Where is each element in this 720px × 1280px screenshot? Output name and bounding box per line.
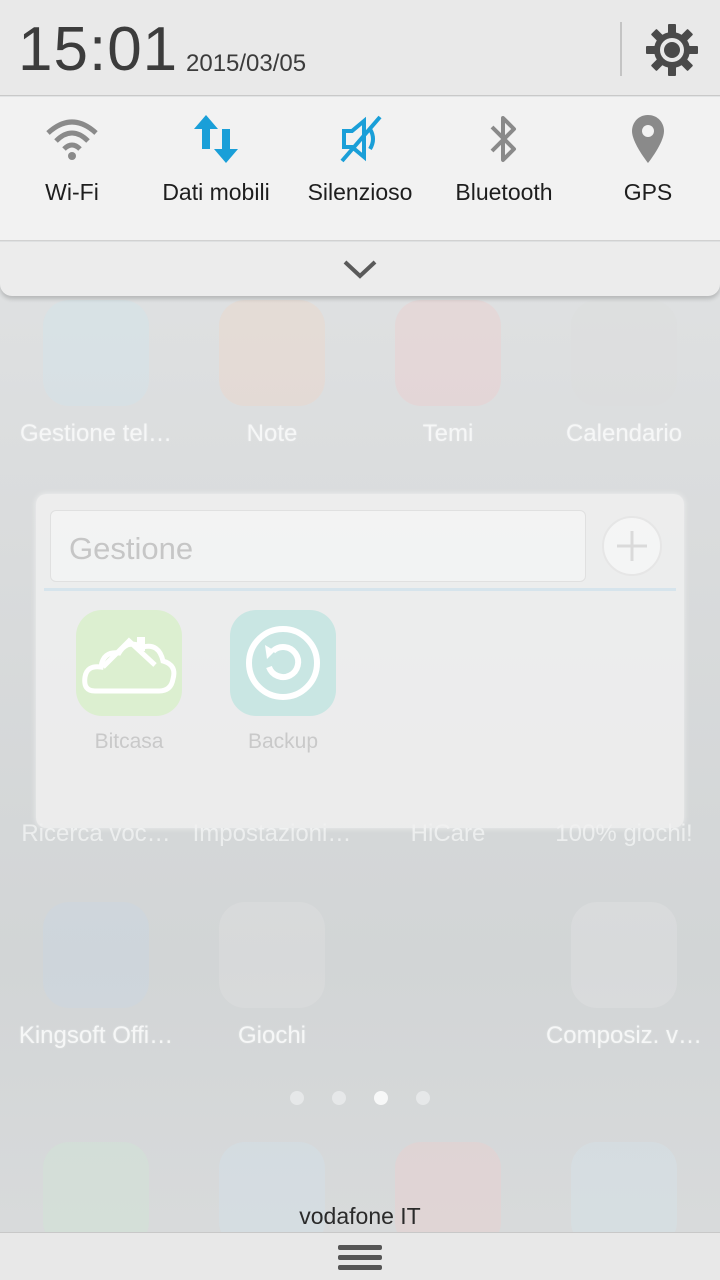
toggle-silent[interactable]: Silenzioso	[288, 97, 432, 241]
home-app-label: Temi	[422, 420, 474, 447]
calendar-icon	[571, 300, 677, 406]
toggle-gps[interactable]: GPS	[576, 97, 720, 241]
home-app-gestione: Gestione tel…	[8, 300, 184, 448]
page-dot-active	[374, 1091, 388, 1105]
settings-button[interactable]	[640, 20, 704, 80]
date: 2015/03/05	[186, 50, 307, 77]
folder-add-button[interactable]	[602, 516, 662, 576]
bluetooth-icon	[490, 116, 516, 162]
silent-icon	[340, 115, 382, 163]
folder-app-bitcasa[interactable]: Bitcasa	[64, 610, 194, 754]
notification-header: 15:01 2015/03/05	[0, 0, 720, 96]
home-app-note: Note	[184, 300, 360, 448]
home-app-label: Giochi	[237, 1022, 307, 1049]
home-app-kingsoft: Kingsoft Offi…	[8, 902, 184, 1050]
home-app-label: Composiz. v…	[545, 1022, 703, 1049]
home-folder-giochi: Giochi	[184, 902, 360, 1050]
carrier-label: vodafone IT	[299, 1203, 421, 1229]
home-app-label: Kingsoft Offi…	[18, 1022, 174, 1049]
toggle-bluetooth[interactable]: Bluetooth	[432, 97, 576, 241]
toggle-label: Dati mobili	[162, 179, 270, 205]
home-app-temi: Temi	[360, 300, 536, 448]
page-dot	[416, 1091, 430, 1105]
gear-icon	[646, 24, 698, 76]
home-app-label: Note	[246, 420, 298, 447]
chevron-down-icon	[343, 260, 377, 279]
page-indicator	[0, 1090, 720, 1109]
toggle-label: GPS	[623, 179, 673, 205]
folder-app-label: Backup	[247, 730, 319, 753]
backup-icon	[230, 610, 336, 716]
folder-popup: Gestione Bitcasa Backup	[36, 494, 684, 828]
heart-icon	[395, 300, 501, 406]
toggle-wifi[interactable]: Wi-Fi	[0, 97, 144, 241]
toggle-label: Wi-Fi	[45, 179, 99, 205]
home-app-calendario: Calendario	[536, 300, 712, 448]
wifi-icon	[46, 119, 98, 160]
quick-settings: Wi-Fi Dati mobili Silenzioso Bluetooth G…	[0, 97, 720, 241]
folder-name-input[interactable]: Gestione	[50, 510, 586, 582]
toggle-mobile-data[interactable]: Dati mobili	[144, 97, 288, 241]
folder-app-label: Bitcasa	[94, 730, 164, 753]
header-divider	[620, 22, 622, 76]
page-dot	[332, 1091, 346, 1105]
folder-icon	[219, 902, 325, 1008]
gps-icon	[632, 115, 664, 163]
page-dot	[290, 1091, 304, 1105]
home-app-composiz: Composiz. v…	[536, 902, 712, 1050]
menu-icon	[338, 1244, 382, 1270]
home-app-label: Calendario	[565, 420, 683, 447]
mobile-data-icon	[194, 115, 238, 163]
plus-icon	[617, 531, 647, 561]
shield-icon	[43, 300, 149, 406]
folder-app-backup[interactable]: Backup	[218, 610, 348, 754]
pencil-icon	[219, 300, 325, 406]
toggle-label: Bluetooth	[455, 179, 553, 205]
dialpad-icon	[571, 902, 677, 1008]
office-icon	[43, 902, 149, 1008]
home-app-label: Gestione tel…	[19, 420, 173, 447]
clock: 15:01	[18, 15, 179, 84]
shade-handle[interactable]	[0, 1232, 720, 1280]
expand-toggles-button[interactable]	[0, 242, 720, 296]
toggle-label: Silenzioso	[307, 179, 413, 205]
cloud-house-icon	[76, 610, 182, 716]
folder-divider	[44, 588, 676, 591]
